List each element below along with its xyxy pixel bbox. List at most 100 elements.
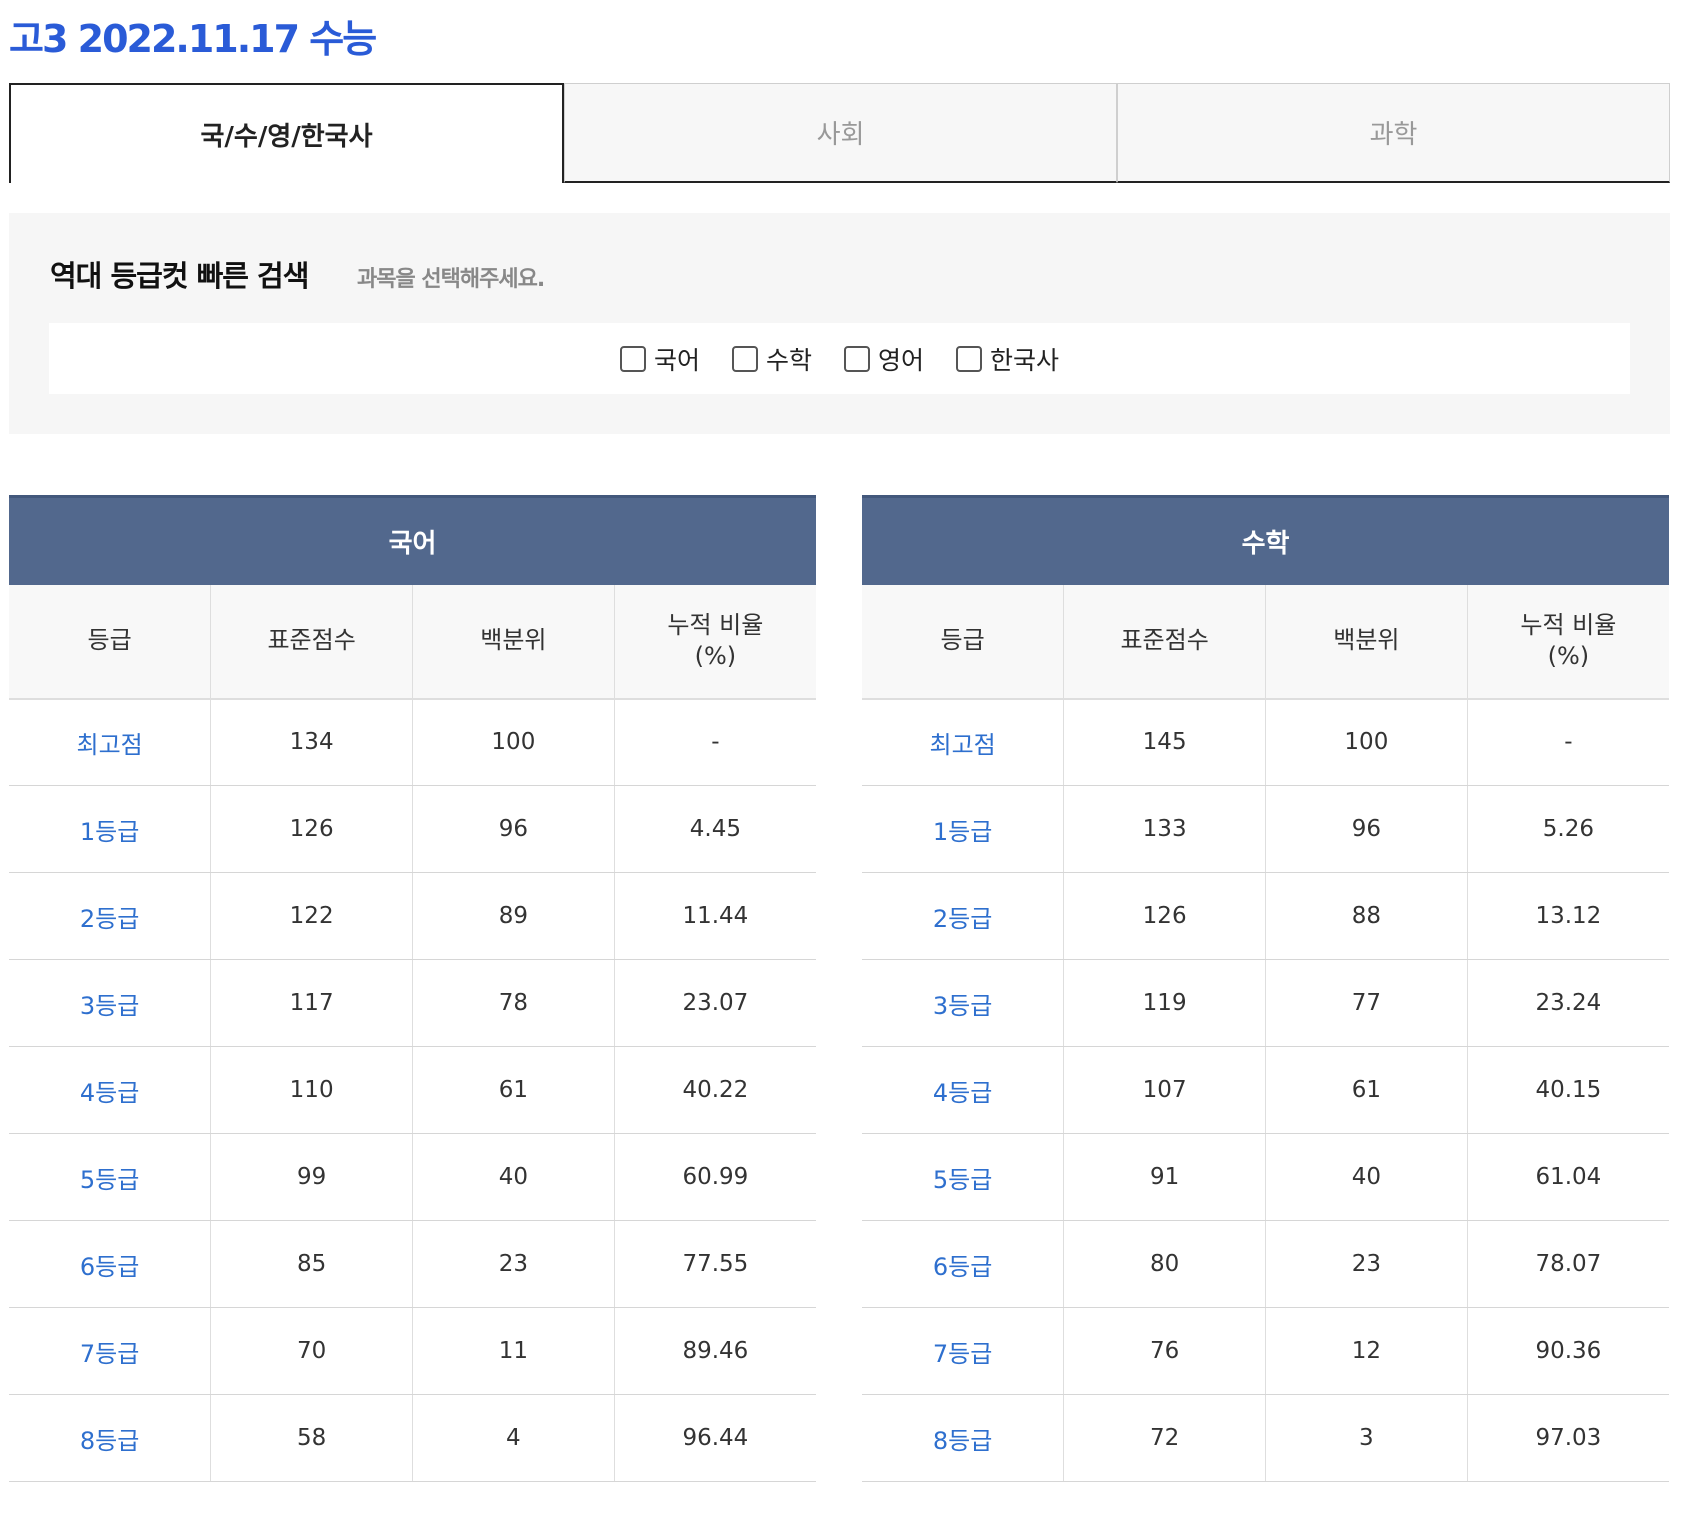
column-header-percentile: 백분위 — [1265, 584, 1468, 700]
page-title: 고3 2022.11.17 수능 — [9, 17, 377, 61]
checkbox-icon[interactable] — [731, 345, 758, 372]
checkbox-icon[interactable] — [844, 345, 870, 372]
column-header-cumulative-ratio: 누적 비율 (%) — [614, 584, 816, 700]
checkbox-math[interactable]: 수학 — [731, 341, 812, 377]
table-row: 5등급 99 40 60.99 — [9, 1133, 816, 1221]
table-row: 8등급 72 3 97.03 — [862, 1394, 1669, 1482]
column-header-grade: 등급 — [9, 584, 212, 700]
grade-link[interactable]: 6등급 — [862, 1220, 1065, 1308]
grade-link[interactable]: 8등급 — [9, 1394, 212, 1482]
grade-link[interactable]: 7등급 — [9, 1307, 212, 1395]
cumulative-ratio: 78.07 — [1467, 1220, 1669, 1308]
cumulative-ratio: - — [1467, 698, 1669, 786]
standard-score: 145 — [1063, 698, 1266, 786]
grade-link[interactable]: 8등급 — [862, 1394, 1065, 1482]
math-grade-table: 수학 등급 표준점수 백분위 누적 비율 (%) 최고점 145 100- 1등급 13… — [862, 495, 1669, 1482]
table-row: 3등급 119 77 23.24 — [862, 959, 1669, 1047]
tab-social[interactable]: 사회 — [564, 83, 1117, 183]
standard-score: 119 — [1063, 959, 1266, 1047]
column-header-percentile: 백분위 — [412, 584, 615, 700]
grade-link[interactable]: 3등급 — [9, 959, 212, 1047]
column-header-standard-score: 표준점수 — [210, 584, 413, 700]
grade-link[interactable]: 2등급 — [862, 872, 1065, 960]
cumulative-ratio: 4.45 — [614, 785, 816, 873]
cumulative-ratio: 23.24 — [1467, 959, 1669, 1047]
standard-score: 117 — [210, 959, 413, 1047]
table-subject-header: 국어 — [9, 495, 816, 585]
cumulative-ratio: 40.22 — [614, 1046, 816, 1134]
quick-search-subtitle: 과목을 선택해주세요. — [357, 267, 545, 292]
cumulative-ratio: 11.44 — [614, 872, 816, 960]
table-row: 7등급 76 12 90.36 — [862, 1307, 1669, 1395]
cumulative-ratio: 23.07 — [614, 959, 816, 1047]
grade-link[interactable]: 3등급 — [862, 959, 1065, 1047]
percentile: 78 — [412, 959, 615, 1047]
grade-link[interactable]: 4등급 — [862, 1046, 1065, 1134]
table-row: 5등급 91 40 61.04 — [862, 1133, 1669, 1221]
grade-link[interactable]: 최고점 — [9, 698, 212, 786]
cumulative-ratio: - — [614, 698, 816, 786]
standard-score: 91 — [1063, 1133, 1266, 1221]
percentile: 61 — [1265, 1046, 1468, 1134]
table-row: 4등급 107 61 40.15 — [862, 1046, 1669, 1134]
grade-link[interactable]: 1등급 — [9, 785, 212, 873]
grade-link[interactable]: 1등급 — [862, 785, 1065, 873]
checkbox-korean-history[interactable]: 한국사 — [956, 341, 1059, 377]
table-row: 최고점 145 100- — [862, 698, 1669, 786]
percentile: 3 — [1265, 1394, 1468, 1482]
standard-score: 72 — [1063, 1394, 1266, 1482]
column-header-cumulative-ratio: 누적 비율 (%) — [1467, 584, 1669, 700]
table-row: 7등급 70 11 89.46 — [9, 1307, 816, 1395]
grade-link[interactable]: 5등급 — [9, 1133, 212, 1221]
table-row: 2등급 122 89 11.44 — [9, 872, 816, 960]
standard-score: 126 — [210, 785, 413, 873]
cumulative-ratio: 40.15 — [1467, 1046, 1669, 1134]
table-row: 2등급 126 88 13.12 — [862, 872, 1669, 960]
percentile: 100 — [1265, 698, 1468, 786]
percentile: 40 — [1265, 1133, 1468, 1221]
checkbox-english[interactable]: 영어 — [844, 341, 924, 377]
table-row: 8등급 58 4 96.44 — [9, 1394, 816, 1482]
tab-science[interactable]: 과학 — [1117, 83, 1670, 183]
percentile: 23 — [412, 1220, 615, 1308]
checkbox-korean[interactable]: 국어 — [619, 341, 700, 377]
standard-score: 85 — [210, 1220, 413, 1308]
standard-score: 99 — [210, 1133, 413, 1221]
quick-search-panel: 역대 등급컷 빠른 검색 과목을 선택해주세요. 국어 수학 영어 한국사 — [9, 213, 1670, 434]
checkbox-label: 한국사 — [990, 345, 1060, 375]
percentile: 88 — [1265, 872, 1468, 960]
grade-link[interactable]: 5등급 — [862, 1133, 1065, 1221]
percentile: 96 — [412, 785, 615, 873]
grade-link[interactable]: 최고점 — [862, 698, 1065, 786]
percentile: 100 — [412, 698, 615, 786]
table-row: 4등급 110 61 40.22 — [9, 1046, 816, 1134]
quick-search-title: 역대 등급컷 빠른 검색 — [50, 259, 309, 293]
korean-grade-table: 국어 등급 표준점수 백분위 누적 비율 (%) 최고점 134 100- 1등급 12… — [9, 495, 816, 1482]
cumulative-ratio: 90.36 — [1467, 1307, 1669, 1395]
cumulative-ratio: 61.04 — [1467, 1133, 1669, 1221]
standard-score: 110 — [210, 1046, 413, 1134]
table-row: 3등급 117 78 23.07 — [9, 959, 816, 1047]
subject-checkbox-row: 국어 수학 영어 한국사 — [49, 323, 1630, 394]
percentile: 89 — [412, 872, 615, 960]
checkbox-icon[interactable] — [619, 345, 646, 372]
percentile: 61 — [412, 1046, 615, 1134]
grade-link[interactable]: 7등급 — [862, 1307, 1065, 1395]
percentile: 11 — [412, 1307, 615, 1395]
grade-link[interactable]: 2등급 — [9, 872, 212, 960]
checkbox-icon[interactable] — [956, 345, 983, 372]
percentile: 77 — [1265, 959, 1468, 1047]
grade-link[interactable]: 6등급 — [9, 1220, 212, 1308]
standard-score: 133 — [1063, 785, 1266, 873]
table-subject-header: 수학 — [862, 495, 1669, 585]
table-row: 1등급 133 96 5.26 — [862, 785, 1669, 873]
grade-link[interactable]: 4등급 — [9, 1046, 212, 1134]
percentile: 96 — [1265, 785, 1468, 873]
cumulative-ratio: 77.55 — [614, 1220, 816, 1308]
standard-score: 70 — [210, 1307, 413, 1395]
cumulative-ratio: 89.46 — [614, 1307, 816, 1395]
tab-korean-math-english-history[interactable]: 국/수/영/한국사 — [9, 83, 564, 183]
percentile: 40 — [412, 1133, 615, 1221]
standard-score: 58 — [210, 1394, 413, 1482]
cumulative-ratio: 5.26 — [1467, 785, 1669, 873]
